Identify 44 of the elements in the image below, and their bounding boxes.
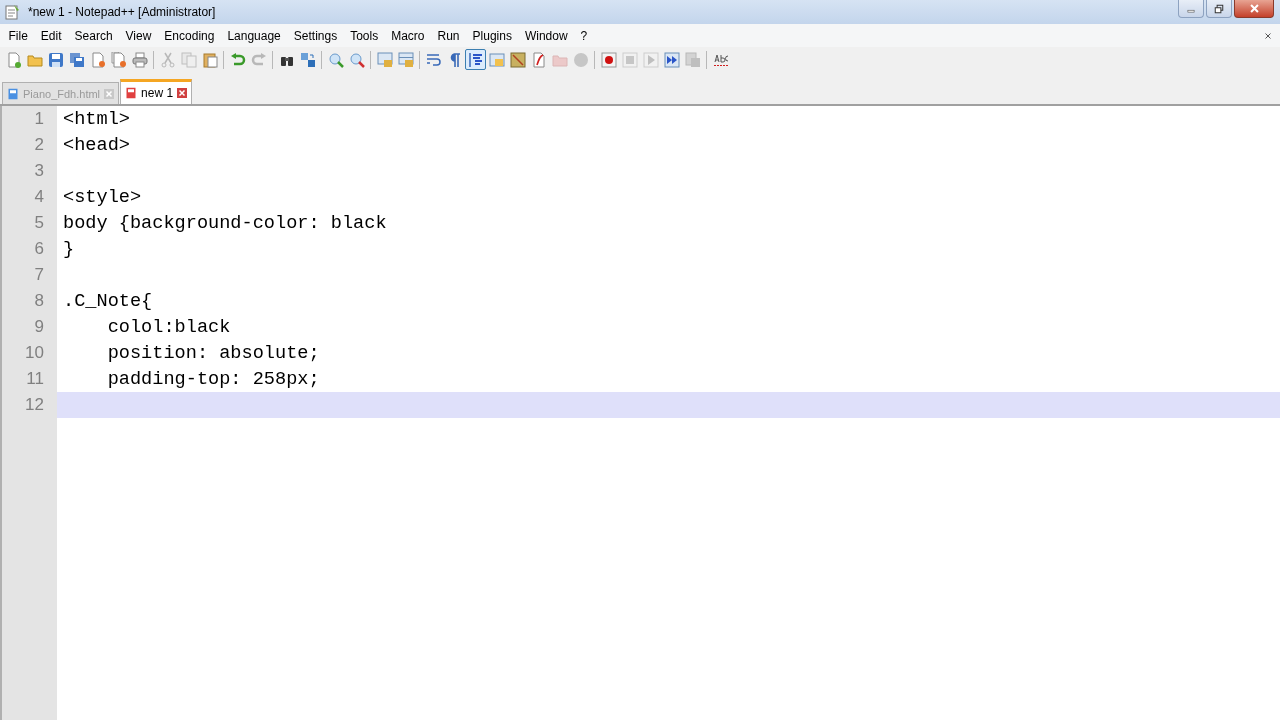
line-number: 8: [33, 291, 44, 311]
menu-item[interactable]: ?: [574, 25, 594, 46]
line-number: 1: [33, 109, 44, 129]
code-line: padding-top: 258px;: [106, 368, 320, 390]
code-line: colol:black: [106, 316, 231, 338]
notepad-icon: [4, 4, 20, 20]
line-number: 9: [33, 317, 44, 337]
code-line: <head>: [63, 134, 130, 156]
restore-icon: [1214, 3, 1224, 14]
menu-item[interactable]: Language: [220, 25, 288, 46]
menu-item[interactable]: Settings: [287, 25, 344, 46]
menu-item[interactable]: Macro: [384, 25, 431, 46]
close-tab-icon: [104, 88, 115, 99]
close-button[interactable]: [1234, 0, 1274, 18]
menu-item[interactable]: Search: [68, 25, 120, 46]
line-number: 4: [33, 187, 44, 207]
code-line: <html>: [63, 108, 130, 130]
code-line: .C_Note{: [63, 290, 153, 312]
file-tab[interactable]: new 1: [120, 79, 193, 104]
code-line: <style>: [63, 186, 142, 208]
close-icon: [1264, 32, 1272, 40]
line-number: 11: [25, 369, 44, 389]
line-number: 2: [33, 135, 44, 155]
menu-item[interactable]: Tools: [343, 25, 385, 46]
line-number: 3: [33, 161, 44, 181]
code-line: }: [63, 238, 75, 260]
menu-item[interactable]: Edit: [34, 25, 69, 46]
code-line: position: absolute;: [106, 342, 320, 364]
close-icon: [1248, 3, 1260, 14]
menu-item[interactable]: Window: [518, 25, 575, 46]
window-title: *new 1 - Notepad++ [Administrator]: [28, 5, 216, 19]
restore-button[interactable]: [1206, 0, 1232, 18]
line-number: 5: [33, 213, 44, 233]
close-tab-icon: [177, 88, 188, 98]
line-number: 6: [33, 239, 44, 259]
line-number: 10: [24, 343, 44, 363]
menu-item[interactable]: File: [2, 25, 35, 46]
line-number: 7: [33, 265, 44, 285]
menu-item[interactable]: Run: [431, 25, 467, 46]
line-number: 12: [24, 395, 44, 415]
menu-item[interactable]: Encoding: [157, 25, 221, 46]
menu-item[interactable]: Plugins: [466, 25, 519, 46]
code-line: body {background-color: black: [63, 212, 387, 234]
menu-item[interactable]: View: [119, 25, 158, 46]
